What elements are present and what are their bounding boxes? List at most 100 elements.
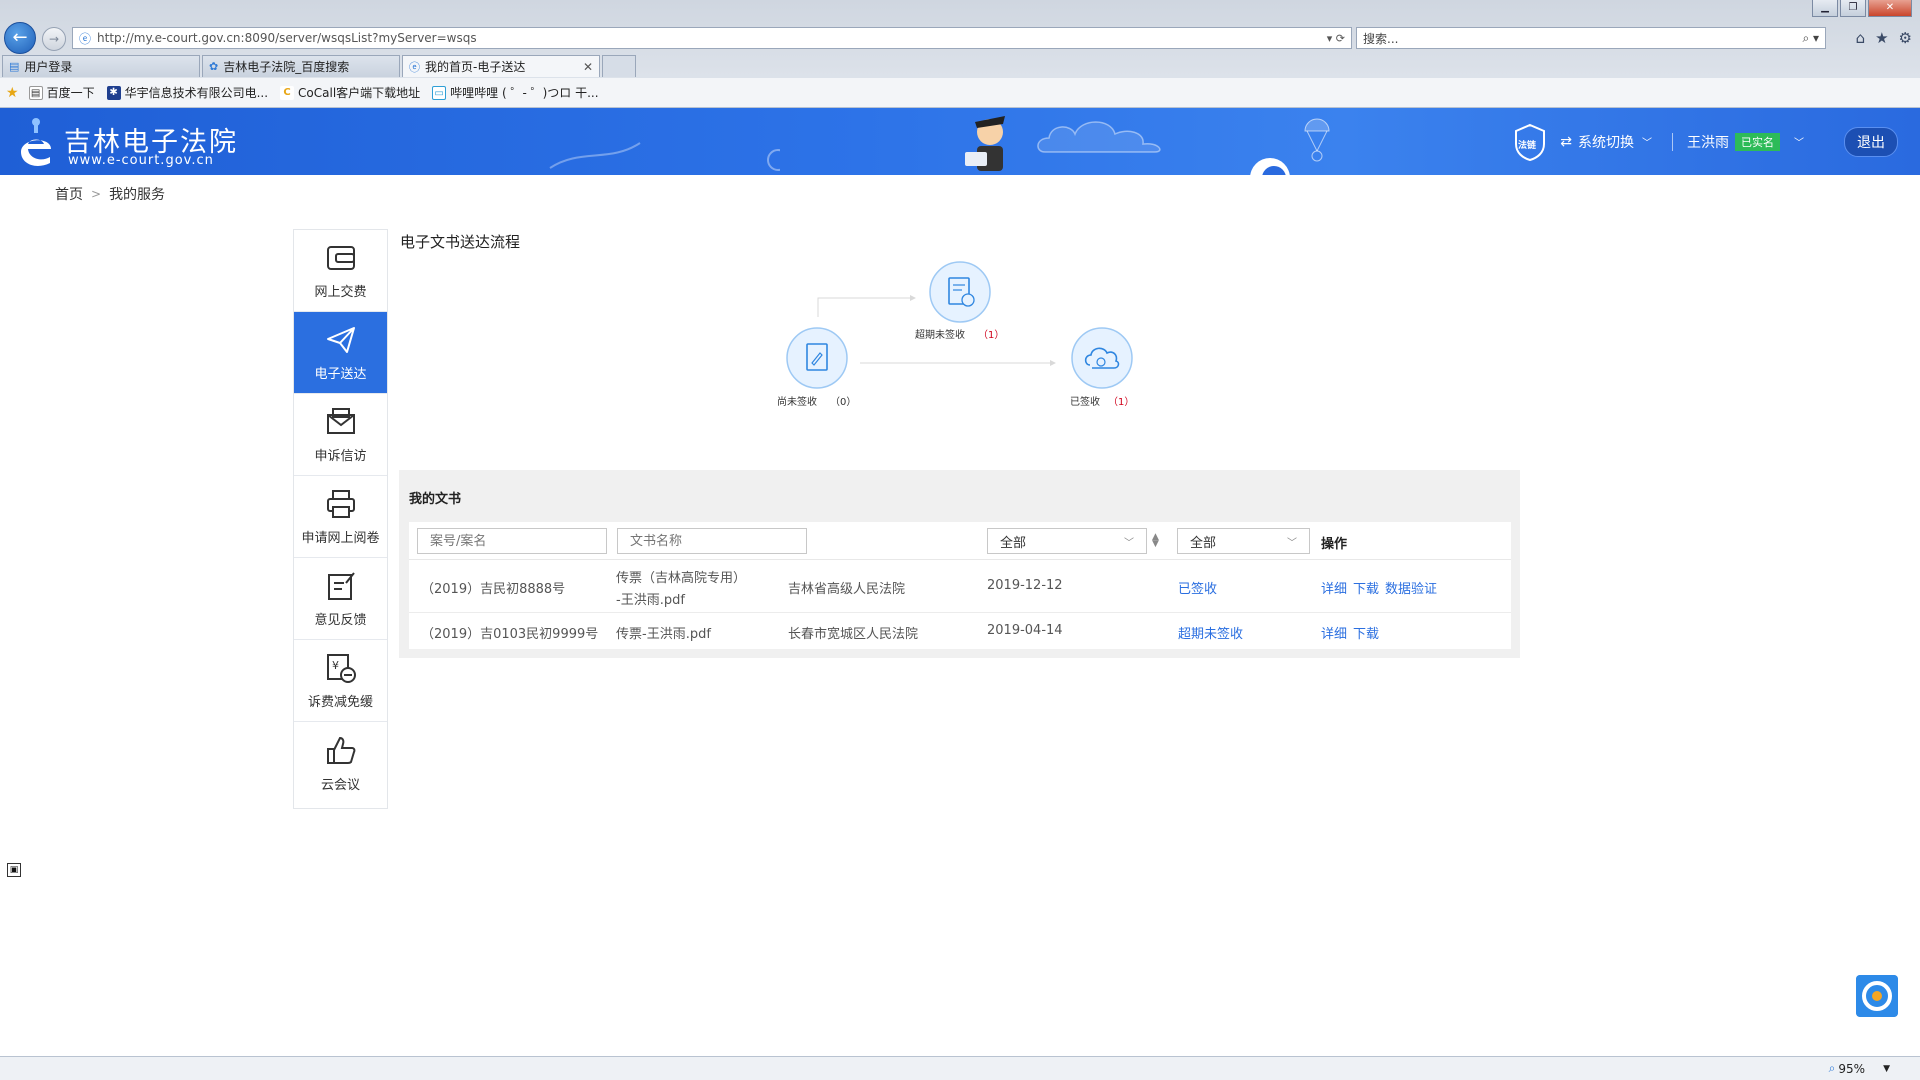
- fala-shield-icon[interactable]: 法链: [1510, 122, 1550, 162]
- favorites-star-icon[interactable]: ★: [6, 85, 19, 101]
- sidebar-item-label: 申请网上阅卷: [301, 531, 380, 546]
- filter-row: 全部 ﹀ ▲▼ 全部 ﹀ 操作: [409, 522, 1511, 560]
- qr-widget-icon[interactable]: ▣: [7, 863, 21, 877]
- date-filter-select[interactable]: 全部 ﹀: [987, 528, 1147, 554]
- switch-arrows-icon: ⇄: [1560, 133, 1572, 150]
- arrow-right-icon: [910, 295, 916, 301]
- user-name[interactable]: 王洪雨: [1687, 132, 1729, 152]
- process-node-label: 已签收: [1070, 395, 1100, 408]
- tab-baidu-search[interactable]: ✿ 吉林电子法院_百度搜索: [202, 55, 400, 77]
- process-node-count: （0）: [830, 396, 856, 408]
- delivery-date: 2019-04-14: [987, 623, 1063, 638]
- refresh-icon[interactable]: ▾ ⟳: [1327, 32, 1345, 45]
- header-divider: [1672, 132, 1673, 151]
- address-url[interactable]: http://my.e-court.gov.cn:8090/server/wsq…: [97, 31, 1327, 45]
- browser-chrome: ▁ ❐ ✕ ← → ⓔ http://my.e-court.gov.cn:809…: [0, 0, 1920, 110]
- table-row: （2019）吉民初8888号 传票（吉林高院专用） -王洪雨.pdf 吉林省高级…: [409, 560, 1511, 613]
- process-node-count: （1）: [978, 329, 1004, 341]
- logout-button[interactable]: 退出: [1844, 126, 1898, 157]
- search-icon[interactable]: ⌕ ▾: [1802, 31, 1819, 46]
- sort-icon[interactable]: ▲ ▼: [1152, 533, 1159, 549]
- case-number-filter-input[interactable]: [417, 528, 607, 554]
- ie-page-icon: ⓔ: [409, 60, 420, 74]
- operations-header: 操作: [1321, 537, 1348, 552]
- detail-link[interactable]: 详细: [1321, 627, 1347, 642]
- detail-link[interactable]: 详细: [1321, 582, 1347, 597]
- page-icon: ▤: [9, 60, 20, 73]
- zoom-level: 95%: [1838, 1061, 1866, 1076]
- zoom-magnifier-icon: ⌕: [1828, 1061, 1836, 1075]
- sidebar-item-e-delivery[interactable]: 电子送达: [294, 312, 387, 394]
- search-input[interactable]: 搜索...: [1363, 30, 1802, 47]
- header-actions: 法链 ⇄ 系统切换 ﹀ 王洪雨 已实名 ﹀ 退出: [1510, 108, 1898, 175]
- delivery-date: 2019-12-12: [987, 578, 1063, 593]
- system-switch-label: 系统切换: [1578, 134, 1634, 151]
- baidu-paw-icon: ✿: [209, 60, 219, 73]
- documents-table: 全部 ﹀ ▲▼ 全部 ﹀ 操作 （2019）吉民初8888号 传票（吉林高院专用…: [409, 522, 1511, 649]
- process-title: 电子文书送达流程: [400, 233, 521, 251]
- sidebar-item-cloud-meeting[interactable]: 云会议: [294, 722, 387, 804]
- browser-status-bar: ⌕ 95% ▼: [0, 1056, 1920, 1080]
- tab-label: 用户登录: [24, 60, 73, 74]
- status-link[interactable]: 已签收: [1178, 578, 1217, 597]
- favorite-huayu[interactable]: ✱ 华宇信息技术有限公司电...: [106, 84, 269, 101]
- decorative-balloon-icon: [1304, 118, 1330, 162]
- verified-badge: 已实名: [1735, 132, 1780, 151]
- download-link[interactable]: 下载: [1353, 582, 1379, 597]
- floating-chat-button[interactable]: [1856, 975, 1898, 1017]
- document-name-line: -王洪雨.pdf: [616, 593, 685, 608]
- favorite-cocall[interactable]: C CoCall客户端下载地址: [280, 84, 420, 101]
- edit-note-icon: [327, 572, 355, 600]
- new-tab-button[interactable]: [602, 55, 636, 77]
- tab-login[interactable]: ▤ 用户登录: [2, 55, 200, 77]
- favorite-label: 华宇信息技术有限公司电...: [124, 86, 269, 100]
- delivery-process-diagram: 尚未签收 （0） 超期未签收 （1） 已签收 （1）: [777, 261, 1134, 408]
- settings-gear-icon[interactable]: ⚙: [1899, 29, 1912, 47]
- arrow-right-icon: [1050, 360, 1056, 366]
- sidebar-item-feedback[interactable]: 意见反馈: [294, 558, 387, 640]
- ie-page-icon: ⓔ: [79, 31, 92, 46]
- minimize-button[interactable]: ▁: [1812, 0, 1838, 17]
- maximize-button[interactable]: ❐: [1840, 0, 1866, 17]
- close-window-button[interactable]: ✕: [1868, 0, 1912, 17]
- table-row: （2019）吉0103民初9999号 传票-王洪雨.pdf 长春市宽城区人民法院…: [409, 613, 1511, 649]
- favorites-star-icon[interactable]: ★: [1875, 29, 1888, 47]
- home-icon[interactable]: ⌂: [1856, 29, 1866, 47]
- status-filter-select[interactable]: 全部 ﹀: [1177, 528, 1310, 554]
- data-verify-link[interactable]: 数据验证: [1385, 582, 1437, 597]
- close-tab-icon[interactable]: ✕: [583, 60, 593, 74]
- navigation-bar: ← → ⓔ http://my.e-court.gov.cn:8090/serv…: [0, 22, 1920, 54]
- download-link[interactable]: 下载: [1353, 627, 1379, 642]
- zoom-control[interactable]: ⌕ 95% ▼: [1829, 1061, 1890, 1076]
- sidebar-item-online-payment[interactable]: 网上交费: [294, 230, 387, 312]
- search-bar[interactable]: 搜索... ⌕ ▾: [1356, 27, 1826, 49]
- case-number: （2019）吉民初8888号: [421, 582, 566, 597]
- sidebar-item-label: 云会议: [320, 777, 360, 793]
- back-button[interactable]: ←: [4, 22, 36, 54]
- sidebar-item-petition[interactable]: 申诉信访: [294, 394, 387, 476]
- user-menu-chevron-icon[interactable]: ﹀: [1794, 134, 1804, 149]
- document-name-filter-input[interactable]: [617, 528, 807, 554]
- sidebar-item-online-file-review[interactable]: 申请网上阅卷: [294, 476, 387, 558]
- sidebar-item-fee-reduction[interactable]: ¥ 诉费减免缓: [294, 640, 387, 722]
- process-node-signed[interactable]: 已签收 （1）: [1070, 327, 1134, 408]
- status-link[interactable]: 超期未签收: [1178, 623, 1243, 642]
- sidebar-item-label: 网上交费: [314, 285, 367, 300]
- address-bar[interactable]: ⓔ http://my.e-court.gov.cn:8090/server/w…: [72, 27, 1352, 49]
- tab-e-delivery[interactable]: ⓔ 我的首页-电子送达 ✕: [402, 55, 600, 77]
- row-operations: 详细 下载: [1321, 623, 1385, 642]
- process-node-unsigned[interactable]: 尚未签收 （0）: [777, 327, 856, 408]
- forward-button[interactable]: →: [42, 27, 66, 51]
- svg-text:¥: ¥: [332, 659, 339, 672]
- system-switch-dropdown[interactable]: ⇄ 系统切换 ﹀: [1560, 132, 1652, 152]
- bilibili-tv-icon: ▭: [432, 85, 447, 100]
- fala-badge-text: 法链: [1518, 139, 1537, 151]
- chevron-down-icon: ﹀: [1124, 537, 1134, 549]
- document-name-line: 传票（吉林高院专用）: [616, 571, 747, 586]
- breadcrumb-home[interactable]: 首页: [55, 184, 83, 204]
- favorite-bilibili[interactable]: ▭ 哔哩哔哩 ( ゜- ゜)つロ 干...: [432, 84, 599, 101]
- process-node-overdue[interactable]: 超期未签收 （1）: [915, 261, 1004, 341]
- arrow-right-icon: →: [48, 32, 60, 46]
- envelope-icon: [326, 408, 355, 434]
- favorite-baidu[interactable]: ▤ 百度一下: [28, 84, 95, 101]
